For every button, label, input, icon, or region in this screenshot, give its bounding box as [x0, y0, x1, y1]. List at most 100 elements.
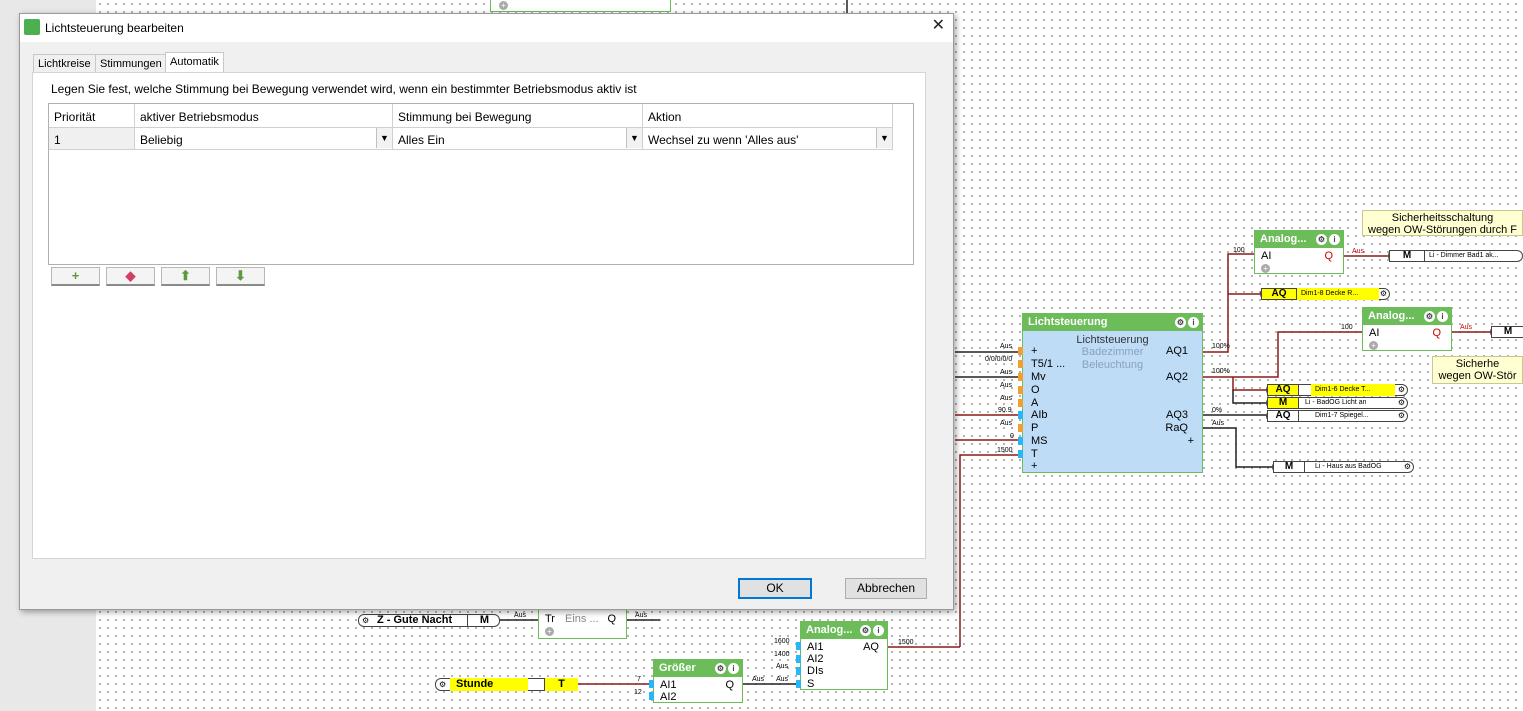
gear-icon[interactable]: ⚙	[1398, 399, 1405, 407]
input-port[interactable]: AI1	[660, 679, 677, 691]
column-header[interactable]: Aktion	[643, 104, 893, 128]
chevron-down-icon[interactable]: ▼	[876, 128, 892, 148]
add-icon[interactable]: +	[1261, 264, 1270, 273]
output-port[interactable]: AQ3	[1166, 409, 1188, 421]
pin[interactable]	[1018, 386, 1023, 394]
pin[interactable]	[1018, 450, 1023, 458]
output-port[interactable]: +	[1188, 435, 1194, 447]
cancel-button[interactable]: Abbrechen	[845, 578, 927, 599]
gear-icon[interactable]: ⚙	[715, 663, 726, 674]
gear-icon[interactable]: ⚙	[439, 680, 446, 689]
gear-icon[interactable]: ⚙	[1424, 311, 1435, 322]
analog-block[interactable]: Analog... ⚙ i AI Q +	[1254, 230, 1344, 274]
input-port[interactable]: T5/1 ...	[1031, 358, 1065, 370]
pin[interactable]	[1018, 373, 1023, 381]
tab-lichtkreise[interactable]: Lichtkreise	[33, 54, 96, 73]
add-icon[interactable]: +	[1369, 341, 1378, 350]
table-cell-mood[interactable]: Alles Ein ▼	[393, 128, 643, 150]
output-port[interactable]: RaQ	[1165, 422, 1188, 434]
info-icon[interactable]: i	[1437, 311, 1448, 322]
input-port[interactable]: O	[1031, 384, 1040, 396]
input-port[interactable]: +	[1031, 460, 1037, 472]
add-row-button[interactable]: +	[51, 267, 100, 286]
input-port[interactable]: T	[1031, 448, 1038, 460]
add-icon[interactable]: +	[545, 627, 554, 636]
gear-icon[interactable]: ⚙	[1175, 317, 1186, 328]
pin[interactable]	[796, 680, 801, 688]
output-port[interactable]: AQ1	[1166, 345, 1188, 357]
column-header[interactable]: Priorität	[49, 104, 135, 128]
chevron-down-icon[interactable]: ▼	[376, 128, 392, 148]
input-port[interactable]: DIs	[807, 665, 824, 677]
table-cell-action[interactable]: Wechsel zu wenn 'Alles aus' ▼	[643, 128, 893, 150]
input-port[interactable]: AI2	[660, 691, 677, 703]
output-block[interactable]: M	[1490, 326, 1523, 338]
info-icon[interactable]: i	[1188, 317, 1199, 328]
column-header[interactable]: aktiver Betriebsmodus	[135, 104, 393, 128]
input-port[interactable]: AI	[1369, 327, 1379, 339]
move-down-button[interactable]: ⬇	[216, 267, 265, 286]
pin[interactable]	[1018, 360, 1023, 368]
input-port[interactable]: Mv	[1031, 371, 1046, 383]
gear-icon[interactable]: ⚙	[1316, 234, 1327, 245]
input-block[interactable]: ⚙ Stunde T	[435, 678, 578, 691]
pin[interactable]	[796, 642, 801, 650]
pin[interactable]	[1018, 347, 1023, 355]
pin[interactable]	[796, 655, 801, 663]
input-port[interactable]: AI1	[807, 641, 824, 653]
pin[interactable]	[649, 692, 654, 700]
dialog-titlebar[interactable]: Lichtsteuerung bearbeiten ✕	[20, 14, 953, 42]
einschalt-block[interactable]: Tr Eins ... Q +	[538, 610, 627, 639]
chevron-down-icon[interactable]: ▼	[626, 128, 642, 148]
gear-icon[interactable]: ⚙	[1380, 290, 1387, 298]
ok-button[interactable]: OK	[738, 578, 812, 599]
input-port[interactable]: A	[1031, 397, 1038, 409]
input-port[interactable]: AI2	[807, 653, 824, 665]
pin[interactable]	[1018, 399, 1023, 407]
close-icon[interactable]: ✕	[932, 17, 945, 35]
input-port[interactable]: AIb	[1031, 409, 1048, 421]
pin[interactable]	[1018, 411, 1023, 419]
tab-stimmungen[interactable]: Stimmungen	[95, 54, 167, 73]
output-port[interactable]: Q	[1432, 327, 1441, 339]
pin[interactable]	[1018, 437, 1023, 445]
analog-block[interactable]: Analog... ⚙ i AI Q +	[1362, 307, 1452, 351]
gear-icon[interactable]: ⚙	[362, 616, 369, 625]
info-icon[interactable]: i	[728, 663, 739, 674]
comment-note[interactable]: Sicherhe wegen OW-Stör	[1432, 356, 1523, 384]
tab-automatik[interactable]: Automatik	[165, 52, 224, 73]
gear-icon[interactable]: ⚙	[1398, 412, 1405, 420]
move-up-button[interactable]: ⬆	[161, 267, 210, 286]
lichtsteuerung-block[interactable]: Lichtsteuerung ⚙ i Lichtsteuerung Badezi…	[1022, 313, 1203, 473]
output-block[interactable]: M Li - BadOG Licht an ⚙	[1266, 397, 1408, 409]
comment-note[interactable]: Sicherheitsschaltung wegen OW-Störungen …	[1362, 210, 1523, 236]
input-port[interactable]: MS	[1031, 435, 1048, 447]
pin[interactable]	[796, 667, 801, 675]
delete-row-button[interactable]: ◆	[106, 267, 155, 286]
table-cell-priority[interactable]: 1	[49, 128, 135, 150]
output-port[interactable]: AQ	[863, 641, 879, 653]
output-block[interactable]: AQ Dim1-7 Spiegel... ⚙	[1266, 410, 1408, 422]
gear-icon[interactable]: ⚙	[1404, 463, 1411, 471]
output-port[interactable]: Q	[725, 679, 734, 691]
automation-table[interactable]: Priorität aktiver Betriebsmodus Stimmung…	[48, 103, 914, 265]
info-icon[interactable]: i	[873, 625, 884, 636]
column-header[interactable]: Stimmung bei Bewegung	[393, 104, 643, 128]
pin[interactable]	[1018, 424, 1023, 432]
info-icon[interactable]: i	[1329, 234, 1340, 245]
input-port[interactable]: +	[1031, 345, 1037, 357]
output-port[interactable]: Q	[1324, 250, 1333, 262]
groesser-block[interactable]: Größer ⚙ i AI1 AI2 Q	[653, 659, 743, 703]
edit-dialog[interactable]: Lichtsteuerung bearbeiten ✕ Lichtkreise …	[19, 13, 954, 610]
analog-block[interactable]: Analog... ⚙ i AI1 AI2 DIs S AQ	[800, 621, 888, 690]
add-icon[interactable]: +	[499, 1, 508, 10]
input-port[interactable]: P	[1031, 422, 1038, 434]
input-block[interactable]: ⚙ Z - Gute Nacht M	[358, 614, 500, 627]
input-port[interactable]: S	[807, 678, 814, 690]
gear-icon[interactable]: ⚙	[860, 625, 871, 636]
input-port[interactable]: AI	[1261, 250, 1271, 262]
output-block[interactable]: M Li - Haus aus BadOG ⚙	[1272, 461, 1414, 473]
output-block[interactable]: AQ Dim1-6 Decke T... ⚙	[1266, 384, 1408, 396]
input-port[interactable]: Tr	[545, 613, 555, 625]
partial-block[interactable]: +	[490, 0, 671, 12]
